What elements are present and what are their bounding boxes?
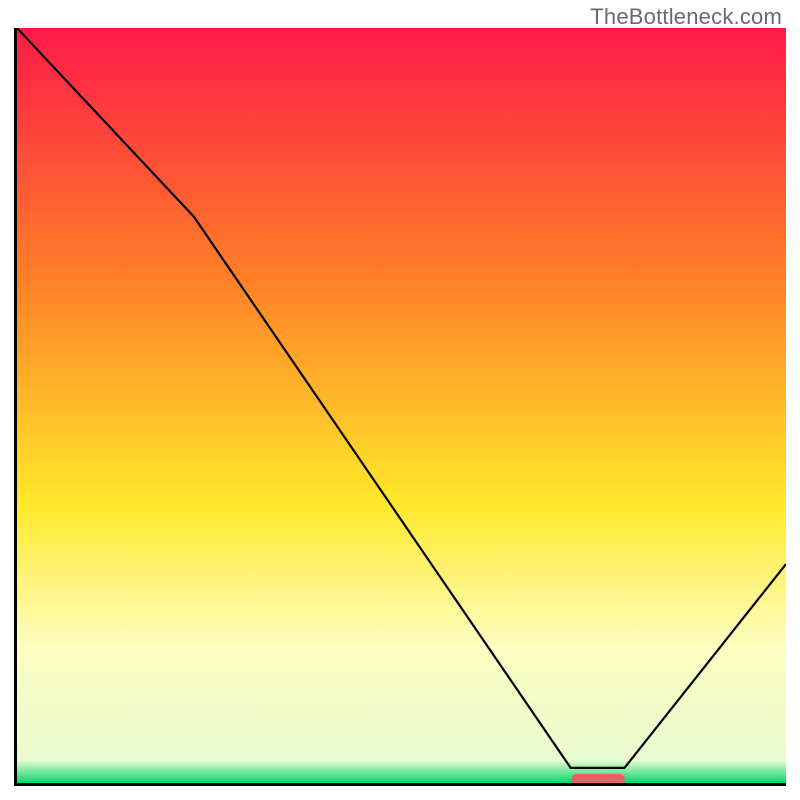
optimum-marker bbox=[571, 774, 625, 785]
chart-container bbox=[14, 28, 786, 786]
watermark-text: TheBottleneck.com bbox=[590, 4, 782, 30]
plot-area bbox=[14, 28, 786, 786]
bottleneck-curve bbox=[17, 28, 786, 783]
